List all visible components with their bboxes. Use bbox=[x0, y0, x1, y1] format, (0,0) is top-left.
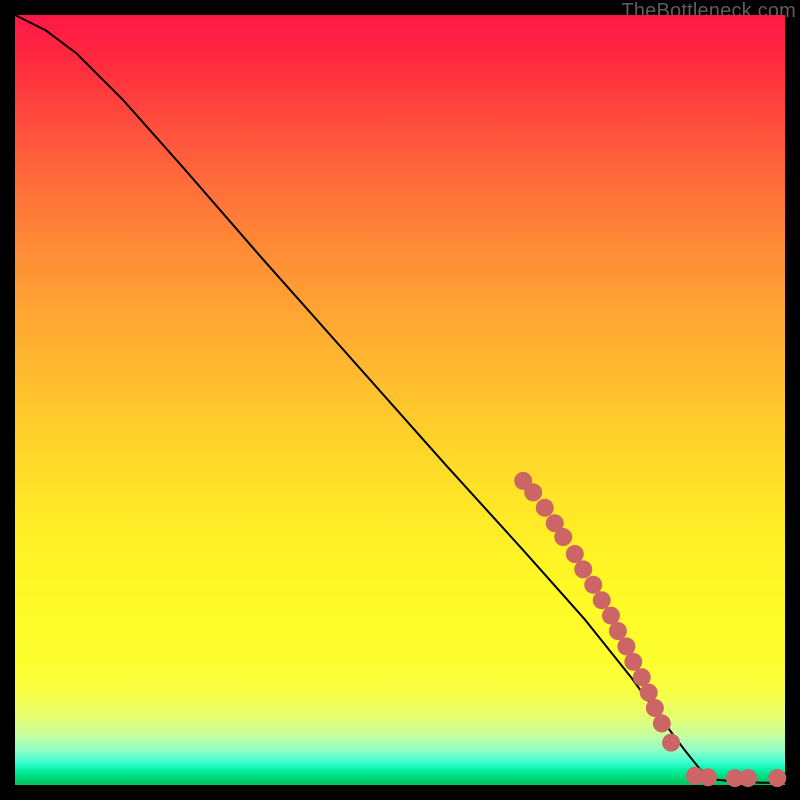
curve-marker bbox=[617, 637, 635, 655]
curve-marker bbox=[574, 560, 592, 578]
curve-marker bbox=[593, 591, 611, 609]
curve-marker bbox=[662, 734, 680, 752]
curve-marker bbox=[739, 769, 757, 787]
curve-marker bbox=[602, 607, 620, 625]
curve-marker bbox=[536, 499, 554, 517]
curve-marker bbox=[566, 545, 584, 563]
curve-marker bbox=[609, 622, 627, 640]
curve-marker bbox=[653, 714, 671, 732]
curve-marker bbox=[640, 684, 658, 702]
curve-marker bbox=[524, 483, 542, 501]
curve-line bbox=[15, 15, 785, 783]
curve-marker bbox=[699, 768, 717, 786]
curve-marker bbox=[646, 699, 664, 717]
chart-svg bbox=[15, 15, 785, 785]
curve-marker bbox=[554, 528, 572, 546]
curve-marker bbox=[768, 769, 786, 787]
curve-markers bbox=[514, 472, 786, 787]
curve-marker bbox=[624, 653, 642, 671]
curve-marker bbox=[633, 668, 651, 686]
plot-area bbox=[15, 15, 785, 785]
chart-stage: TheBottleneck.com bbox=[0, 0, 800, 800]
curve-marker bbox=[584, 576, 602, 594]
